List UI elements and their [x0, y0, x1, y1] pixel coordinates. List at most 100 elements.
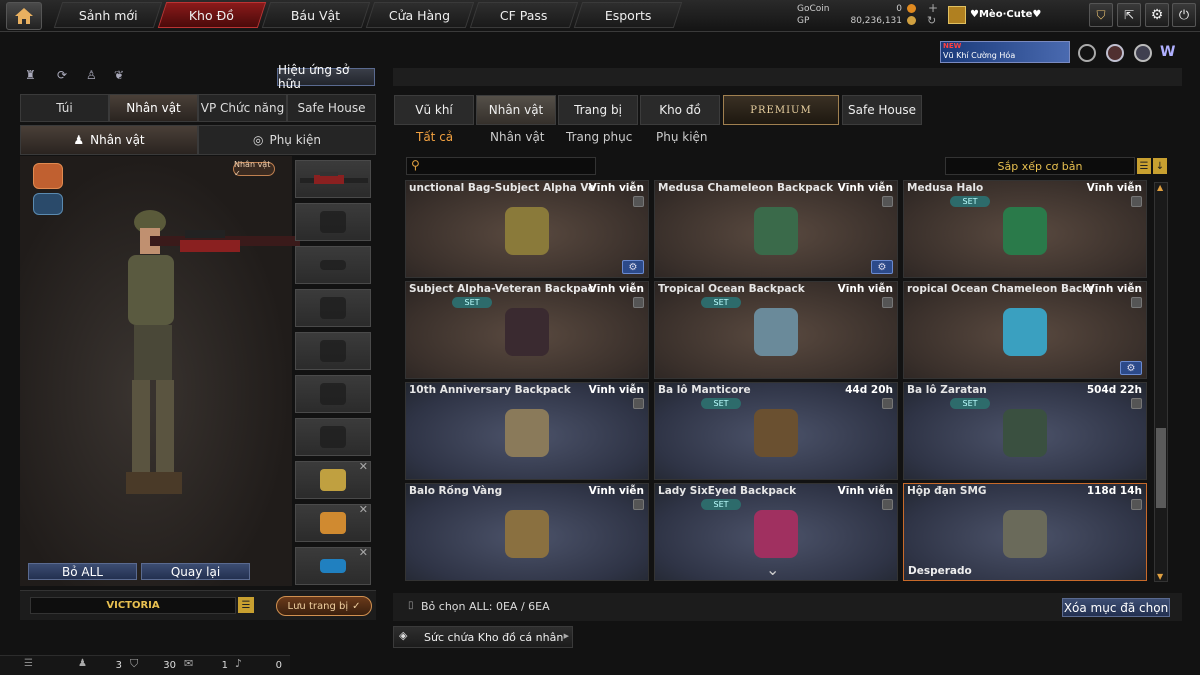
slot-pants[interactable]	[295, 418, 371, 456]
chat-icon[interactable]: ✉	[184, 657, 193, 670]
left-tab-bag[interactable]: Túi	[20, 94, 109, 122]
sort-menu-icon[interactable]: ☰	[1137, 158, 1151, 174]
scroll-up-icon[interactable]: ▲	[1157, 183, 1163, 192]
item-card[interactable]: Tropical Ocean Backpack Vĩnh viễn SET	[654, 281, 898, 379]
subtab-accessory[interactable]: Phụ kiện	[656, 130, 708, 144]
search-input[interactable]	[427, 159, 592, 173]
trash-icon[interactable]	[1131, 297, 1142, 308]
save-loadout-button[interactable]: Lưu trang bị ✓	[276, 596, 372, 616]
item-card[interactable]: unctional Bag-Subject Alpha Veter:Vĩnh v…	[405, 180, 649, 278]
trash-icon[interactable]	[633, 297, 644, 308]
trash-icon[interactable]	[1131, 398, 1142, 409]
subtab-outfit[interactable]: Trang phục	[566, 130, 632, 144]
sound-icon[interactable]: ♪	[235, 657, 242, 670]
item-card[interactable]: Medusa Chameleon Backpack Vĩnh viễn ⚙	[654, 180, 898, 278]
exit-room-button[interactable]: ⇱	[1117, 3, 1141, 27]
owned-effects-button[interactable]: Hiệu ứng sở hữu	[277, 63, 375, 91]
item-card[interactable]: Medusa Halo Vĩnh viễn SET	[903, 180, 1147, 278]
item-card[interactable]: Balo Rồng Vàng Vĩnh viễn	[405, 483, 649, 581]
nav-tab-treasure[interactable]: Báu Vật	[261, 2, 371, 28]
left-tab-safe-house[interactable]: Safe House	[287, 94, 376, 122]
expand-down-icon[interactable]: ⌄	[766, 560, 779, 579]
slot-gloves[interactable]	[295, 375, 371, 413]
trash-icon[interactable]	[633, 499, 644, 510]
item-card[interactable]: Hộp đạn SMG 118d 14h Desperado	[903, 483, 1147, 581]
left-tab-function[interactable]: VP Chức năng	[198, 94, 287, 122]
team-blue-icon[interactable]	[33, 193, 63, 215]
delete-selected-button[interactable]: Xóa mục đã chọn	[1062, 598, 1170, 617]
sort-dropdown[interactable]: Sắp xếp cơ bản	[945, 157, 1135, 175]
nav-tab-shop[interactable]: Cửa Hàng	[365, 2, 475, 28]
gear-icon[interactable]: ⚙	[622, 260, 644, 274]
slot-accessory-1[interactable]: ✕	[295, 460, 371, 499]
trash-icon[interactable]	[1131, 499, 1142, 510]
item-card[interactable]: Subject Alpha-Veteran Backpack Vĩnh viễn S…	[405, 281, 649, 379]
slot-head[interactable]	[295, 203, 371, 241]
trash-icon[interactable]	[882, 499, 893, 510]
event-icon-3[interactable]	[1134, 44, 1152, 62]
nav-tab-inventory[interactable]: Kho Đồ	[157, 2, 267, 28]
item-card[interactable]: ropical Ocean Chameleon Backpac Vĩnh viễn…	[903, 281, 1147, 379]
scroll-thumb[interactable]	[1156, 428, 1166, 508]
remove-icon[interactable]: ✕	[359, 503, 368, 516]
add-currency-icon[interactable]: +	[928, 1, 938, 15]
trash-icon[interactable]	[633, 398, 644, 409]
left-subtab-character[interactable]: ♟ Nhân vật	[20, 125, 198, 155]
trash-icon[interactable]	[882, 196, 893, 207]
right-tab-weapons[interactable]: Vũ khí	[394, 95, 474, 125]
event-icon-1[interactable]	[1078, 44, 1096, 62]
item-card[interactable]: 10th Anniversary Backpack Vĩnh viễn	[405, 382, 649, 480]
scrollbar[interactable]: ▲ ▼	[1154, 182, 1168, 582]
home-button[interactable]	[6, 2, 42, 30]
slot-vest[interactable]	[295, 332, 371, 370]
right-tab-storage[interactable]: Kho đồ	[640, 95, 720, 125]
trash-icon[interactable]	[1131, 196, 1142, 207]
gear-icon[interactable]: ⚙	[1120, 361, 1142, 375]
trash-icon[interactable]	[882, 297, 893, 308]
pet-icon[interactable]: ❦	[114, 68, 130, 84]
nav-tab-cf-pass[interactable]: CF Pass	[469, 2, 579, 28]
right-tab-character[interactable]: Nhân vật	[476, 95, 556, 125]
sort-direction-icon[interactable]: ↓	[1153, 158, 1167, 174]
friends-icon[interactable]: ♟	[78, 658, 87, 669]
refresh-icon[interactable]: ↻	[927, 14, 936, 27]
event-icon-2[interactable]	[1106, 44, 1124, 62]
power-button[interactable]: ⏻	[1172, 3, 1196, 27]
right-tab-equipment[interactable]: Trang bị	[558, 95, 638, 125]
search-field[interactable]: ⚲	[406, 157, 596, 175]
right-tab-safe-house[interactable]: Safe House	[842, 95, 922, 125]
gear-icon[interactable]: ⚙	[871, 260, 893, 274]
remove-icon[interactable]: ✕	[359, 546, 368, 559]
clan-icon[interactable]: ⛉	[130, 657, 138, 671]
pose-icon[interactable]: ♙	[86, 68, 102, 84]
promo-banner[interactable]: NEW Vũ Khí Cường Hóa	[940, 41, 1070, 63]
slot-accessory-3[interactable]: ✕	[295, 546, 371, 585]
list-icon[interactable]: ☰	[24, 658, 33, 669]
right-tab-premium[interactable]: PREMIUM	[723, 95, 839, 125]
subtab-all[interactable]: Tất cả	[416, 130, 453, 144]
trash-icon[interactable]	[633, 196, 644, 207]
slot-body[interactable]	[295, 289, 371, 327]
rotate-icon[interactable]: ⟳	[57, 68, 73, 84]
username[interactable]: ♥Mèo·Cute♥	[970, 9, 1041, 20]
left-subtab-accessory[interactable]: ◎ Phụ kiện	[198, 125, 376, 155]
back-button[interactable]: Quay lại	[141, 563, 250, 580]
shield-button[interactable]: ⛉	[1089, 3, 1113, 27]
menu-icon[interactable]: ☰	[238, 597, 254, 613]
trash-icon[interactable]	[882, 398, 893, 409]
subtab-character[interactable]: Nhân vật	[490, 130, 545, 144]
item-card[interactable]: Ba lô Zaratan 504d 22h SET	[903, 382, 1147, 480]
slot-weapon[interactable]	[295, 160, 371, 198]
nav-tab-esports[interactable]: Esports	[573, 2, 683, 28]
remove-all-button[interactable]: Bỏ ALL	[28, 563, 137, 580]
slot-accessory-2[interactable]: ✕	[295, 503, 371, 542]
nav-tab-lobby[interactable]: Sảnh mới	[53, 2, 163, 28]
storage-capacity-button[interactable]: ◈ Sức chứa Kho đồ cá nhân ▶	[393, 626, 573, 648]
event-icon-4[interactable]: W	[1160, 44, 1180, 62]
left-tab-character[interactable]: Nhân vật	[109, 94, 198, 122]
slot-eyewear[interactable]	[295, 246, 371, 284]
item-card[interactable]: Ba lô Manticore 44d 20h SET	[654, 382, 898, 480]
team-red-icon[interactable]	[33, 163, 63, 189]
remove-icon[interactable]: ✕	[359, 460, 368, 473]
settings-button[interactable]: ⚙	[1145, 3, 1169, 27]
